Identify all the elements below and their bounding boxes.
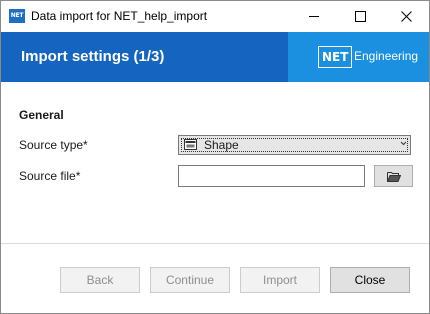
close-button[interactable]: Close: [330, 267, 410, 293]
window-title: Data import for NET_help_import: [31, 9, 208, 23]
close-icon: [400, 10, 412, 22]
maximize-icon: [354, 10, 366, 22]
page-title: Import settings (1/3): [21, 48, 165, 65]
maximize-button[interactable]: [337, 1, 383, 31]
source-file-input[interactable]: [178, 165, 365, 187]
app-icon: NET: [9, 9, 25, 23]
brand-logo-text: Engineering: [354, 49, 419, 63]
folder-open-icon: [386, 171, 401, 182]
section-title-general: General: [19, 108, 64, 122]
title-bar: NET Data import for NET_help_import: [1, 1, 429, 31]
browse-file-button[interactable]: [374, 165, 413, 187]
close-window-button[interactable]: [383, 1, 429, 31]
source-type-label: Source type*: [19, 138, 88, 152]
import-button[interactable]: Import: [240, 267, 320, 293]
minimize-icon: [309, 15, 319, 17]
brand-logo-box: NET: [318, 46, 353, 68]
header-banner: Import settings (1/3) NET Engineering: [1, 32, 429, 82]
chevron-down-icon: [400, 141, 407, 146]
source-type-value: Shape: [204, 138, 239, 152]
footer-divider: [1, 243, 429, 244]
minimize-button[interactable]: [291, 1, 337, 31]
brand-logo: NET Engineering: [288, 32, 429, 82]
continue-button[interactable]: Continue: [150, 267, 230, 293]
source-file-label: Source file*: [19, 169, 81, 183]
source-type-select[interactable]: Shape: [178, 135, 411, 155]
back-button[interactable]: Back: [60, 267, 140, 293]
import-dialog: NET Data import for NET_help_import Impo…: [0, 0, 430, 314]
shapefile-icon: [184, 139, 197, 150]
